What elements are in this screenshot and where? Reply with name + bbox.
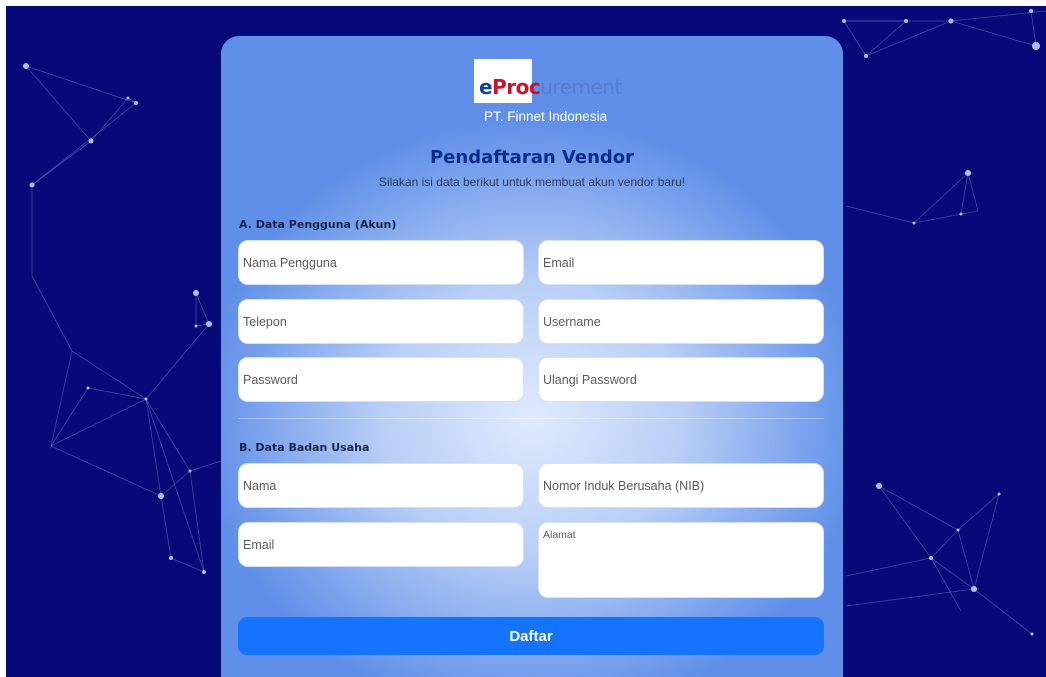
registration-form-card: eProcurement PT. Finnet Indonesia Pendaf… <box>221 36 843 677</box>
telepon-input[interactable] <box>238 299 524 344</box>
logo-company-name: PT. Finnet Indonesia <box>484 109 608 124</box>
nama-pengguna-input[interactable] <box>238 240 524 285</box>
daftar-button[interactable]: Daftar <box>238 617 824 655</box>
ulangi-password-input[interactable] <box>538 357 824 402</box>
page-subtitle: Silakan isi data berikut untuk membuat a… <box>378 175 686 189</box>
section-a-label: A. Data Pengguna (Akun) <box>239 218 397 231</box>
eprocurement-logo: eProcurement PT. Finnet Indonesia <box>474 59 622 125</box>
account-email-input[interactable] <box>538 240 824 285</box>
alamat-textarea[interactable] <box>538 522 824 598</box>
section-b-label: B. Data Badan Usaha <box>239 441 370 454</box>
logo-urement: urement <box>540 75 622 99</box>
username-input[interactable] <box>538 299 824 344</box>
page-background: eProcurement PT. Finnet Indonesia Pendaf… <box>6 6 1046 677</box>
password-input[interactable] <box>238 357 524 402</box>
page-title: Pendaftaran Vendor <box>429 147 635 168</box>
nib-input[interactable] <box>538 463 824 508</box>
logo-wordmark: eProcurement <box>479 75 622 99</box>
logo-e: e <box>479 75 493 99</box>
logo-proc: Proc <box>492 75 541 99</box>
section-divider <box>238 418 824 419</box>
badan-usaha-email-input[interactable] <box>238 522 524 567</box>
nama-badan-usaha-input[interactable] <box>238 463 524 508</box>
